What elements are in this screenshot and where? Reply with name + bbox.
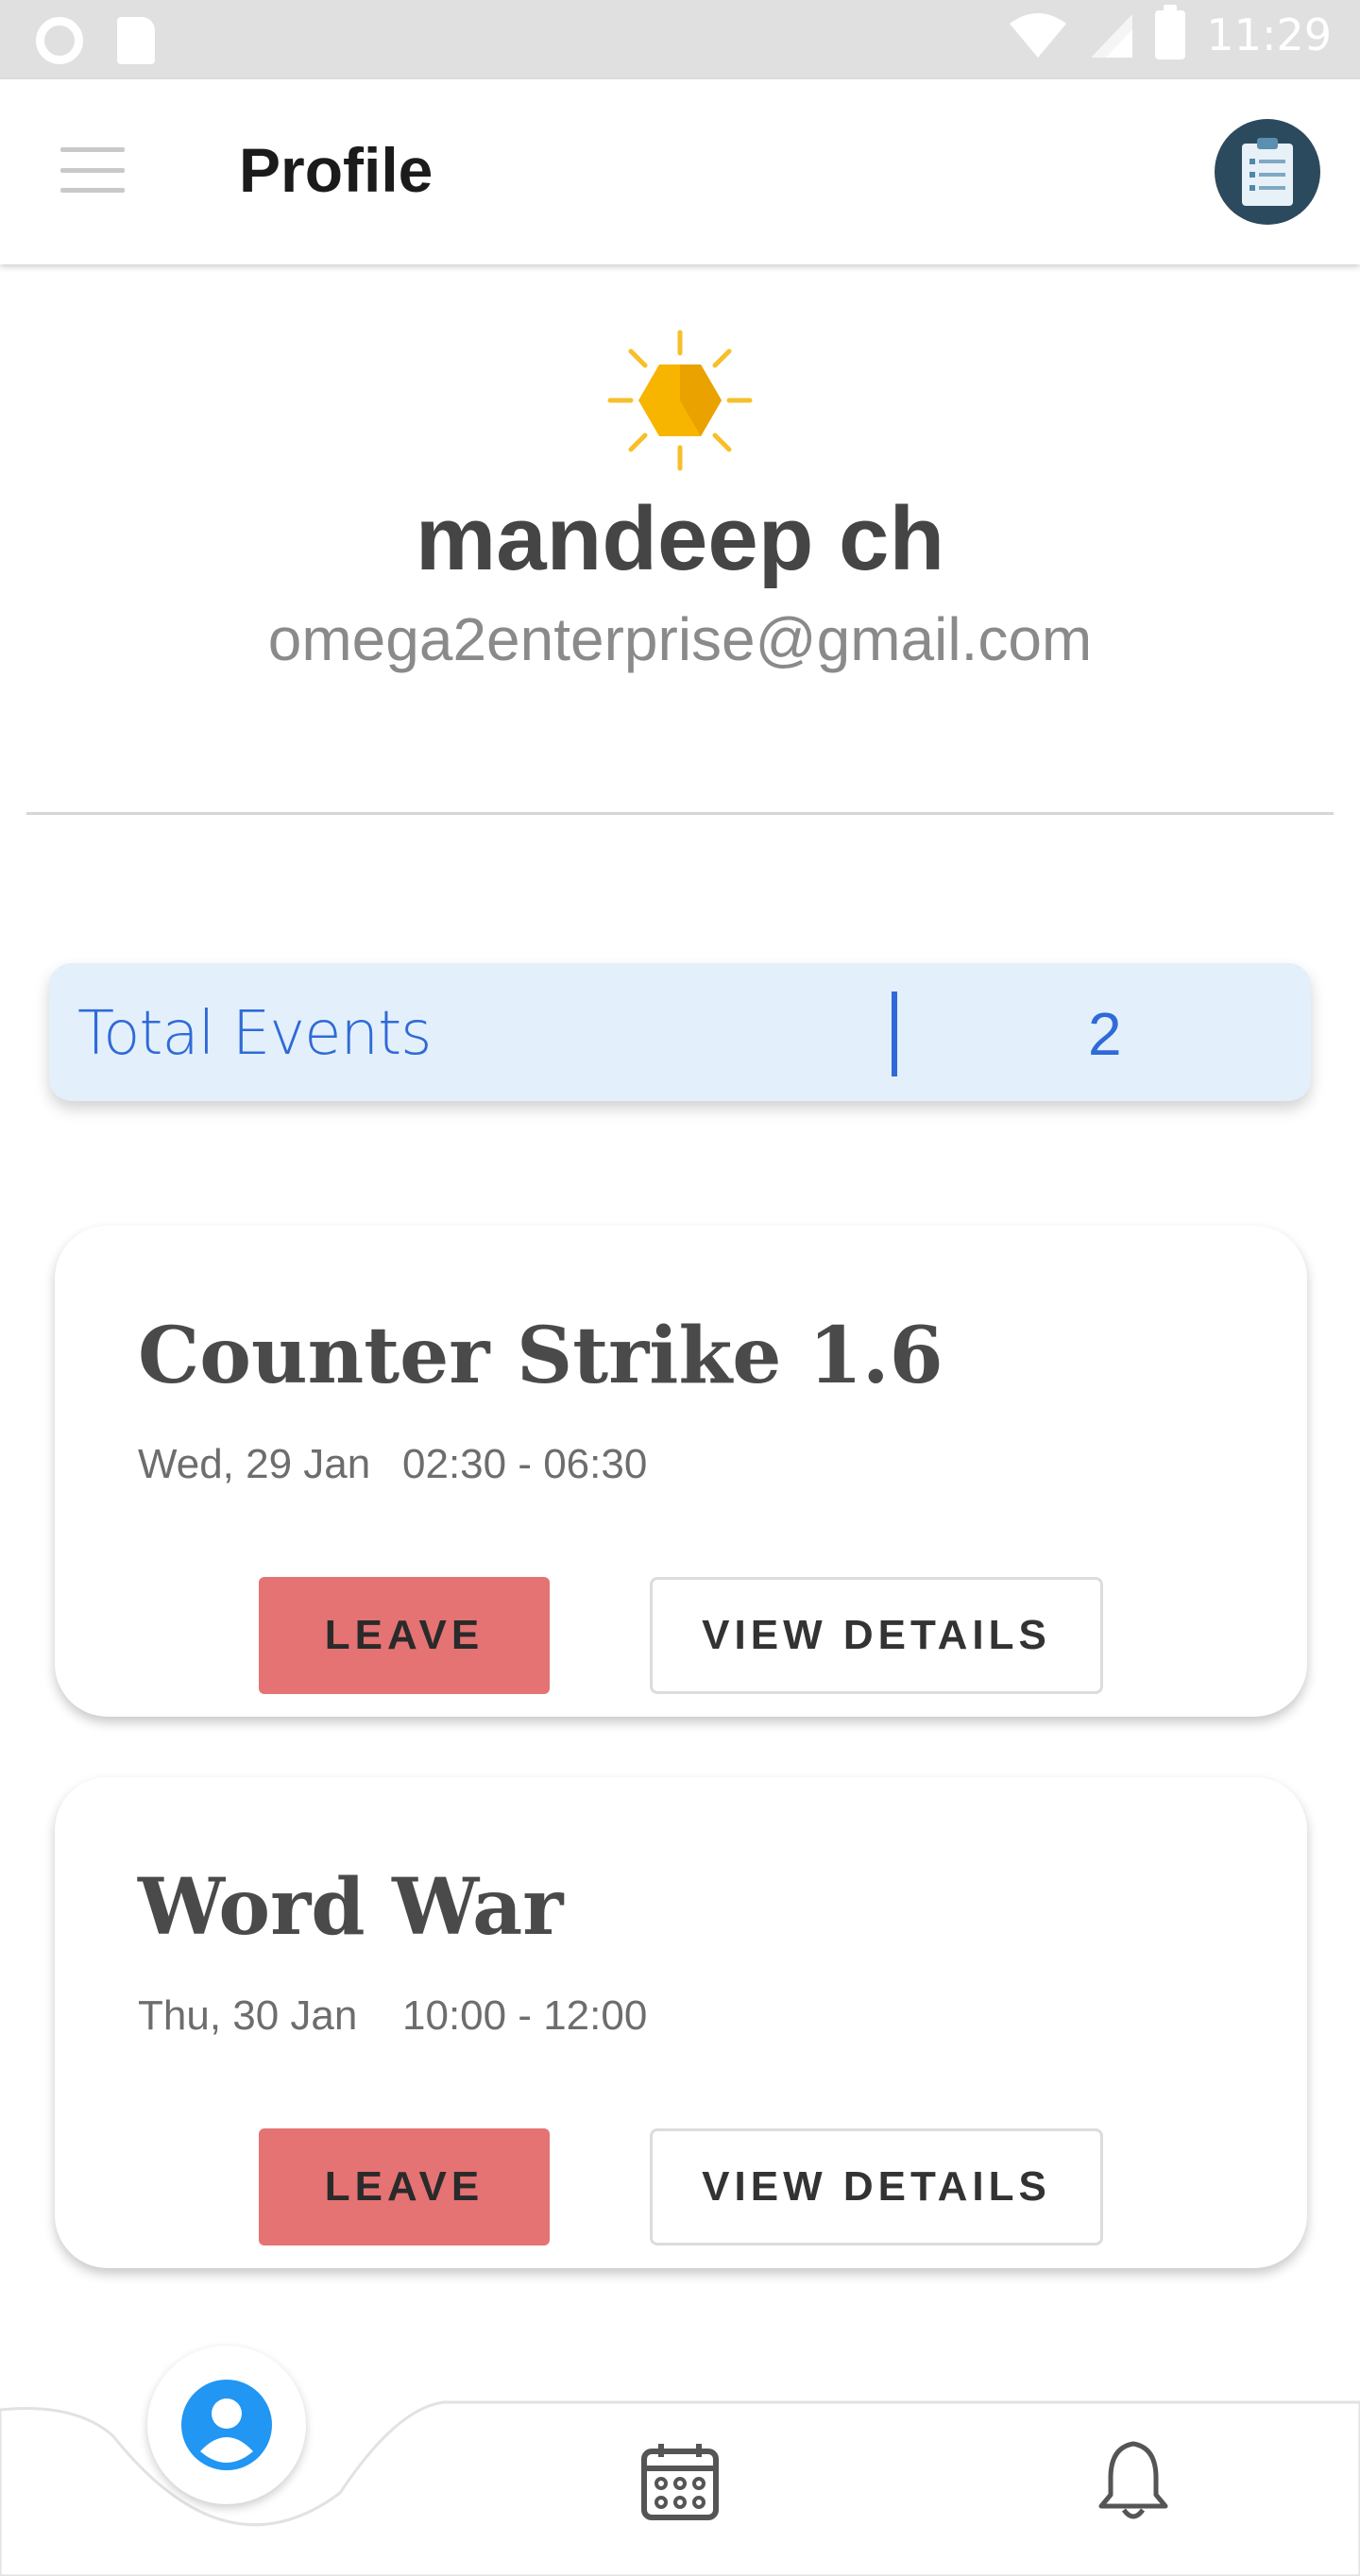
bell-icon[interactable] [1097,2440,1169,2521]
battery-icon [1155,5,1186,59]
event-title: Counter Strike 1.6 [138,1311,944,1401]
page-title: Profile [239,135,434,205]
status-time: 11:29 [1206,9,1332,60]
total-events-card: Total Events 2 [49,963,1311,1101]
sun-hexagon-icon [607,330,753,471]
status-bar: 11:29 [0,0,1360,79]
total-events-label: Total Events [77,999,432,1069]
total-events-separator [892,991,897,1076]
event-card: Counter Strike 1.6 Wed, 29 Jan 02:30 - 0… [55,1226,1307,1717]
view-details-button[interactable]: VIEW DETAILS [650,2128,1103,2246]
signal-icon [1091,14,1133,58]
circle-icon [36,17,83,64]
event-time: 10:00 - 12:00 [402,1992,648,2039]
view-details-button[interactable]: VIEW DETAILS [650,1577,1103,1694]
divider [26,812,1334,815]
sd-card-icon [117,17,155,64]
user-email: omega2enterprise@gmail.com [267,605,1093,673]
user-name: mandeep ch [415,488,945,589]
event-date: Thu, 30 Jan [138,1992,358,2039]
leave-button[interactable]: LEAVE [259,2128,550,2246]
clipboard-button[interactable] [1215,119,1320,225]
app-bar: Profile [0,79,1360,264]
clipboard-icon [1242,138,1293,206]
event-card: Word War Thu, 30 Jan 10:00 - 12:00 LEAVE… [55,1777,1307,2268]
nav-profile-button[interactable] [147,2346,306,2504]
status-right: 11:29 [1008,5,1332,60]
hamburger-menu-icon[interactable] [60,147,125,193]
profile-icon [181,2380,272,2470]
wifi-icon [1010,13,1067,58]
status-left [36,17,155,64]
calendar-icon[interactable] [640,2442,720,2521]
total-events-value: 2 [1088,1000,1122,1068]
leave-button[interactable]: LEAVE [259,1577,550,1694]
event-time: 02:30 - 06:30 [402,1441,648,1487]
event-title: Word War [138,1862,564,1953]
event-date: Wed, 29 Jan [138,1441,371,1487]
